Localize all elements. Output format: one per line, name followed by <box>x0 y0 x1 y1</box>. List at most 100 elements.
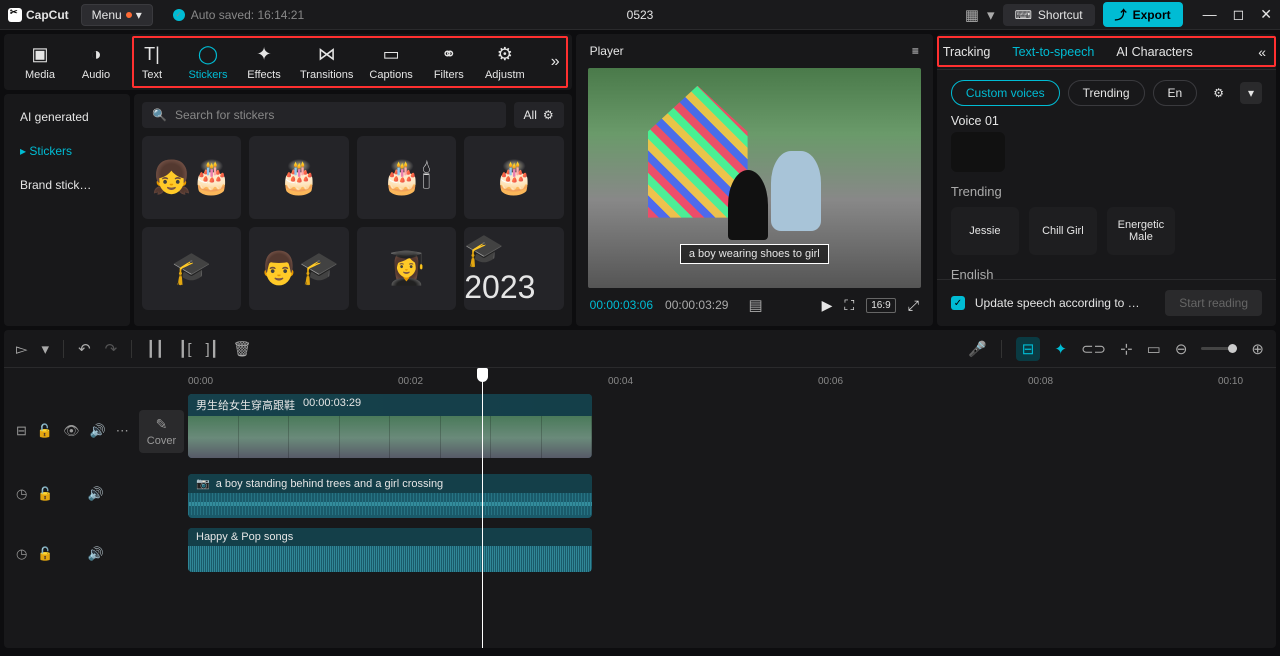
tab-effects[interactable]: ✦Effects <box>236 40 292 85</box>
sticker-item[interactable]: 🎂 <box>464 136 563 219</box>
collapse-icon[interactable]: ⊟ <box>16 423 27 439</box>
mute-icon[interactable]: 🔊 <box>90 423 106 439</box>
search-input[interactable]: 🔍 Search for stickers <box>142 102 506 128</box>
tab-filters[interactable]: ⚭Filters <box>421 40 477 85</box>
sticker-item[interactable]: 👨‍‍🎓 <box>249 227 348 310</box>
tab-text[interactable]: T|Text <box>124 40 180 85</box>
fullscreen-icon[interactable]: ⤢ <box>908 297 919 314</box>
video-caption[interactable]: a boy wearing shoes to girl <box>680 244 829 264</box>
tab-stickers[interactable]: ◯Stickers <box>180 40 236 85</box>
sticker-item[interactable]: 🎂 <box>249 136 348 219</box>
mute-icon[interactable]: 🔊 <box>88 546 104 562</box>
video-preview[interactable]: a boy wearing shoes to girl <box>588 68 921 288</box>
align-icon[interactable]: ⊹ <box>1120 340 1133 358</box>
sidebar-item-stickers[interactable]: ▸ Stickers <box>10 136 124 166</box>
sticker-item[interactable]: 🎓2023 <box>464 227 563 310</box>
update-speech-checkbox[interactable]: ✓ <box>951 296 965 310</box>
lock-icon[interactable]: 🔓 <box>37 423 53 439</box>
tab-text-to-speech[interactable]: Text-to-speech <box>1010 41 1096 63</box>
sidebar-item-ai-generated[interactable]: AI generated <box>10 102 124 132</box>
collapse-icon[interactable]: « <box>1252 44 1272 60</box>
captions-icon: ▭ <box>383 44 400 65</box>
pill-custom-voices[interactable]: Custom voices <box>951 80 1060 106</box>
split-left-icon[interactable]: ┃[ <box>178 340 191 358</box>
list-icon[interactable]: ▤ <box>748 296 762 314</box>
tab-media[interactable]: ▣Media <box>12 40 68 85</box>
caption-clip[interactable]: 📷 a boy standing behind trees and a girl… <box>188 474 592 518</box>
preview-icon[interactable]: ▭ <box>1147 340 1161 358</box>
chevron-down-icon[interactable]: ▾ <box>987 6 995 24</box>
more-icon[interactable]: ⋯ <box>116 423 129 439</box>
voice-energetic-male[interactable]: Energetic Male <box>1107 207 1175 255</box>
clock-icon[interactable]: ◷ <box>16 546 27 562</box>
text-icon: T| <box>144 44 160 65</box>
pill-english[interactable]: En <box>1153 80 1198 106</box>
lock-icon[interactable]: 🔓 <box>37 546 53 562</box>
player-menu-icon[interactable]: ≡ <box>912 44 919 58</box>
sticker-item[interactable]: 👩‍🎓 <box>357 227 456 310</box>
snap-icon[interactable]: ✦ <box>1054 340 1067 358</box>
clock-icon[interactable]: ◷ <box>16 486 27 502</box>
zoom-slider[interactable] <box>1201 347 1237 350</box>
filter-icon: ⚙ <box>543 108 554 122</box>
split-icon[interactable]: ┃┃ <box>146 340 164 358</box>
minimize-icon[interactable]: — <box>1203 6 1217 23</box>
scale-icon[interactable]: ⛶ <box>844 297 854 314</box>
shortcut-button[interactable]: ⌨ Shortcut <box>1003 4 1095 26</box>
zoom-in-icon[interactable]: ⊕ <box>1251 340 1264 358</box>
export-button[interactable]: ⤴ Export <box>1103 2 1183 27</box>
select-tool-icon[interactable]: ▻ <box>16 340 28 358</box>
track-controls: ⊟ 🔓 👁 🔊 ⋯ ✎Cover ◷ 🔓 🔊 ◷ 🔓 🔊 <box>4 368 140 648</box>
more-tabs-icon[interactable]: » <box>547 49 564 75</box>
playhead[interactable] <box>482 368 483 648</box>
audio-clip[interactable]: Happy & Pop songs <box>188 528 592 572</box>
voice-chill-girl[interactable]: Chill Girl <box>1029 207 1097 255</box>
magnet-icon[interactable]: ⊟ <box>1016 337 1041 361</box>
ruler-mark: 00:04 <box>608 376 633 387</box>
link-icon[interactable]: ⊂⊃ <box>1081 340 1106 358</box>
lock-icon[interactable]: 🔓 <box>37 486 53 502</box>
sticker-item[interactable]: 👧🎂 <box>142 136 241 219</box>
main-area: ▣Media ◑Audio T|Text ◯Stickers ✦Effects … <box>0 30 1280 330</box>
track-ctrl-audio: ◷ 🔓 🔊 <box>12 524 132 584</box>
tab-transitions[interactable]: ⋈Transitions <box>292 40 361 85</box>
tracks-area[interactable]: 00:00 00:02 00:04 00:06 00:08 00:10 男生给女… <box>140 368 1276 648</box>
voice-01-card[interactable] <box>951 132 1005 172</box>
player-title: Player <box>590 44 624 58</box>
tab-tracking[interactable]: Tracking <box>941 41 992 63</box>
undo-icon[interactable]: ↶ <box>78 340 91 358</box>
video-clip[interactable]: 男生给女生穿高跟鞋 00:00:03:29 <box>188 394 592 458</box>
chevron-down-icon[interactable]: ▾ <box>42 340 50 358</box>
filter-all-button[interactable]: All ⚙ <box>514 102 564 128</box>
dropdown-icon[interactable]: ▾ <box>1240 82 1262 104</box>
tab-ai-characters[interactable]: AI Characters <box>1114 41 1194 63</box>
delete-icon[interactable]: 🗑 <box>233 340 252 358</box>
sticker-item[interactable]: 🎓 <box>142 227 241 310</box>
pill-trending[interactable]: Trending <box>1068 80 1145 106</box>
timeline-panel: ▻ ▾ ↶ ↷ ┃┃ ┃[ ]┃ 🗑 🎤 ⊟ ✦ ⊂⊃ ⊹ ▭ ⊖ ⊕ ⊟ 🔓 … <box>4 330 1276 648</box>
time-ruler[interactable]: 00:00 00:02 00:04 00:06 00:08 00:10 <box>140 368 1276 394</box>
redo-icon[interactable]: ↷ <box>105 340 118 358</box>
tab-captions[interactable]: ▭Captions <box>361 40 420 85</box>
timeline-toolbar-right: 🎤 ⊟ ✦ ⊂⊃ ⊹ ▭ ⊖ ⊕ <box>968 337 1264 361</box>
voice-01-section: Voice 01 <box>951 114 1262 172</box>
play-button[interactable]: ▶ <box>822 297 833 314</box>
tab-audio[interactable]: ◑Audio <box>68 40 124 85</box>
eye-icon[interactable]: 👁 <box>63 423 80 439</box>
zoom-out-icon[interactable]: ⊖ <box>1175 340 1188 358</box>
maximize-icon[interactable]: ◻ <box>1233 6 1245 23</box>
tab-adjustment[interactable]: ⚙Adjustm <box>477 40 533 85</box>
layout-icon[interactable]: ▦ <box>965 6 979 24</box>
split-right-icon[interactable]: ]┃ <box>206 340 219 358</box>
menu-button[interactable]: Menu ▾ <box>81 4 153 26</box>
aspect-ratio[interactable]: 16:9 <box>866 298 895 313</box>
mute-icon[interactable]: 🔊 <box>88 486 104 502</box>
mic-icon[interactable]: 🎤 <box>968 340 987 358</box>
left-body: AI generated ▸ Stickers Brand stick… 🔍 S… <box>4 94 572 326</box>
close-icon[interactable]: ✕ <box>1260 6 1272 23</box>
sticker-item[interactable]: 🎂🕯 <box>357 136 456 219</box>
start-reading-button[interactable]: Start reading <box>1165 290 1262 316</box>
sidebar-item-brand[interactable]: Brand stick… <box>10 170 124 200</box>
filter-icon[interactable]: ⚙ <box>1205 82 1232 104</box>
voice-jessie[interactable]: Jessie <box>951 207 1019 255</box>
